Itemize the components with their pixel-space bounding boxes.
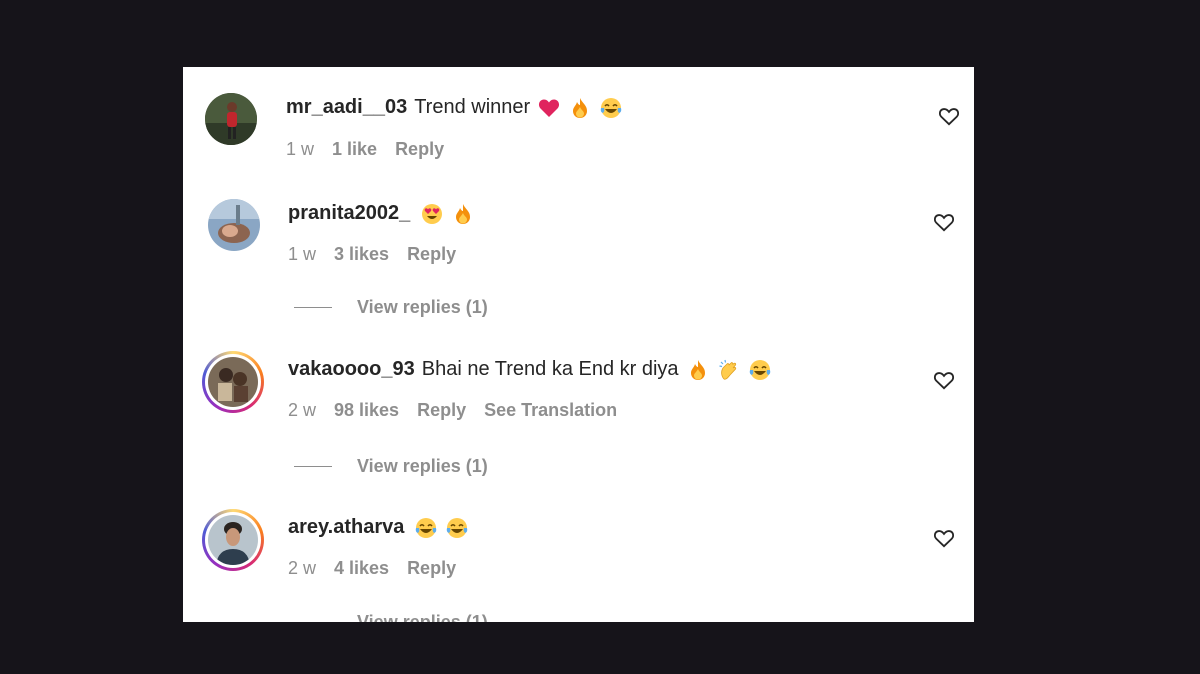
comment-meta: 2 w 4 likes Reply — [288, 558, 474, 579]
fire-emoji-icon — [456, 203, 471, 224]
comment-likes[interactable]: 1 like — [332, 139, 377, 160]
divider-dash — [294, 466, 332, 467]
fire-emoji-icon — [690, 359, 705, 380]
comments-panel: mr_aadi__03 Trend winner 1 w 1 like Repl… — [183, 67, 974, 622]
comment-likes[interactable]: 3 likes — [334, 244, 389, 265]
comment-time: 2 w — [288, 400, 317, 420]
view-replies-button[interactable]: View replies (1) — [294, 612, 488, 622]
like-heart-icon[interactable] — [933, 528, 955, 548]
comment-meta: 2 w 98 likes Reply See Translation — [288, 400, 635, 421]
avatar[interactable] — [208, 199, 260, 251]
comment-line: vakaoooo_93 Bhai ne Trend ka End kr diya — [288, 358, 780, 381]
comment-item: arey.atharva 2 w 4 likes Reply — [183, 509, 974, 589]
tears-of-joy-emoji-icon — [416, 517, 437, 538]
comment-time: 1 w — [286, 139, 315, 159]
view-replies-label[interactable]: View replies (1) — [357, 456, 488, 477]
comment-likes[interactable]: 98 likes — [334, 400, 399, 421]
heart-eyes-emoji-icon — [422, 203, 443, 224]
tears-of-joy-emoji-icon — [600, 97, 622, 118]
fire-emoji-icon — [573, 97, 588, 118]
comment-time: 1 w — [288, 244, 317, 264]
avatar[interactable] — [205, 93, 257, 145]
comment-time: 2 w — [288, 558, 317, 578]
comment-likes[interactable]: 4 likes — [334, 558, 389, 579]
comment-username[interactable]: mr_aadi__03 — [286, 96, 407, 119]
tears-of-joy-emoji-icon — [447, 517, 468, 538]
see-translation-button[interactable]: See Translation — [484, 400, 617, 421]
comment-item: vakaoooo_93 Bhai ne Trend ka End kr diya… — [183, 351, 974, 431]
comment-line: pranita2002_ — [288, 202, 483, 225]
comment-meta: 1 w 1 like Reply — [286, 139, 462, 160]
comment-line: arey.atharva — [288, 516, 477, 539]
view-replies-label[interactable]: View replies (1) — [357, 612, 488, 622]
comment-text: Bhai ne Trend ka End kr diya — [421, 358, 679, 380]
story-ring[interactable] — [202, 509, 264, 571]
comment-username[interactable]: vakaoooo_93 — [288, 358, 415, 381]
reply-button[interactable]: Reply — [407, 244, 456, 265]
comment-username[interactable]: pranita2002_ — [288, 202, 410, 225]
comment-item: mr_aadi__03 Trend winner 1 w 1 like Repl… — [183, 89, 974, 169]
avatar[interactable] — [208, 515, 258, 565]
comment-meta: 1 w 3 likes Reply — [288, 244, 474, 265]
view-replies-label[interactable]: View replies (1) — [357, 297, 488, 318]
view-replies-button[interactable]: View replies (1) — [294, 456, 488, 477]
divider-dash — [294, 307, 332, 308]
reply-button[interactable]: Reply — [395, 139, 444, 160]
like-heart-icon[interactable] — [933, 370, 955, 390]
tears-of-joy-emoji-icon — [749, 359, 770, 380]
red-heart-emoji-icon — [539, 99, 560, 117]
clapping-hands-emoji-icon — [718, 359, 736, 380]
comment-line: mr_aadi__03 Trend winner — [286, 96, 631, 119]
like-heart-icon[interactable] — [933, 212, 955, 232]
comment-text: Trend winner — [414, 96, 531, 118]
reply-button[interactable]: Reply — [417, 400, 466, 421]
reply-button[interactable]: Reply — [407, 558, 456, 579]
story-ring[interactable] — [202, 351, 264, 413]
avatar[interactable] — [208, 357, 258, 407]
like-heart-icon[interactable] — [938, 106, 960, 126]
comment-username[interactable]: arey.atharva — [288, 516, 404, 539]
view-replies-button[interactable]: View replies (1) — [294, 297, 488, 318]
comment-item: pranita2002_ 1 w 3 likes Reply — [183, 195, 974, 275]
